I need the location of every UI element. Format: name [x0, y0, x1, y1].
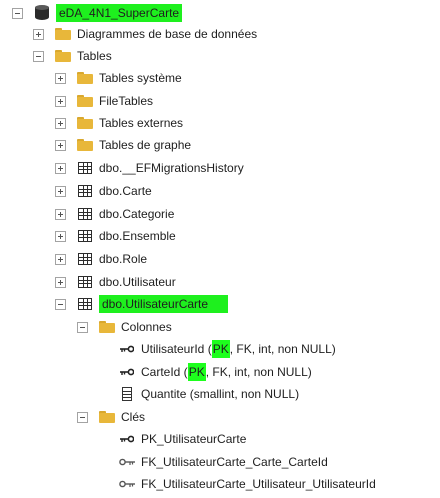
- tree-node-table[interactable]: dbo.UtilisateurCarte: [55, 294, 229, 314]
- tree-node-label[interactable]: eDA_4N1_SuperCarte: [56, 4, 183, 22]
- tree-node-table[interactable]: dbo.Ensemble: [55, 226, 176, 246]
- expand-toggle[interactable]: [55, 95, 66, 107]
- tree-node-table[interactable]: dbo.Categorie: [55, 204, 174, 224]
- database-icon: [33, 5, 51, 21]
- folder-icon: [76, 70, 94, 86]
- tree-node-filetables[interactable]: FileTables: [55, 91, 153, 111]
- column-name[interactable]: Quantite (smallint, non NULL): [141, 385, 299, 403]
- tree-node-column[interactable]: UtilisateurId (PK, FK, int, non NULL): [118, 339, 336, 359]
- collapse-toggle[interactable]: [77, 411, 88, 423]
- tree-node-column[interactable]: Quantite (smallint, non NULL): [118, 384, 299, 404]
- expand-toggle[interactable]: [55, 72, 66, 84]
- table-icon: [76, 160, 94, 176]
- tree-node-graph-tables[interactable]: Tables de graphe: [55, 135, 191, 155]
- pk-highlight: PK: [187, 363, 206, 381]
- tree-node-label[interactable]: dbo.Utilisateur: [99, 273, 176, 291]
- column-icon: [118, 386, 136, 402]
- tree-node-database[interactable]: eDA_4N1_SuperCarte: [12, 3, 183, 23]
- pk-highlight: PK: [211, 340, 230, 358]
- table-icon: [76, 274, 94, 290]
- tree-node-label[interactable]: dbo.Carte: [99, 182, 152, 200]
- tree-node-key[interactable]: PK_UtilisateurCarte: [118, 429, 246, 449]
- collapse-toggle[interactable]: [77, 321, 88, 333]
- key-icon: [118, 364, 136, 380]
- expand-toggle[interactable]: [33, 28, 44, 40]
- table-icon: [76, 183, 94, 199]
- tree-node-system-tables[interactable]: Tables système: [55, 68, 182, 88]
- tree-node-label[interactable]: dbo.Role: [99, 250, 147, 268]
- tree-node-table[interactable]: dbo.Role: [55, 249, 147, 269]
- expand-toggle[interactable]: [55, 117, 66, 129]
- folder-icon: [98, 409, 116, 425]
- tree-node-key[interactable]: FK_UtilisateurCarte_Carte_CarteId: [118, 452, 328, 472]
- tree-node-label[interactable]: dbo.Ensemble: [99, 227, 176, 245]
- folder-icon: [54, 26, 72, 42]
- tree-node-table[interactable]: dbo.Utilisateur: [55, 272, 176, 292]
- folder-icon: [76, 93, 94, 109]
- tree-node-label[interactable]: Tables: [77, 47, 112, 65]
- table-icon: [76, 251, 94, 267]
- tree-node-key[interactable]: FK_UtilisateurCarte_Utilisateur_Utilisat…: [118, 474, 376, 494]
- tree-node-label[interactable]: Colonnes: [121, 318, 172, 336]
- tree-node-keys[interactable]: Clés: [77, 407, 145, 427]
- tree-node-label[interactable]: dbo.Categorie: [99, 205, 174, 223]
- foreign-key-icon: [118, 454, 136, 470]
- tree-node-columns[interactable]: Colonnes: [77, 317, 172, 337]
- collapse-toggle[interactable]: [55, 298, 66, 310]
- tree-node-column[interactable]: CarteId (PK, FK, int, non NULL): [118, 362, 312, 382]
- tree-node-label[interactable]: dbo.__EFMigrationsHistory: [99, 159, 244, 177]
- table-icon: [76, 206, 94, 222]
- tree-node-label[interactable]: Diagrammes de base de données: [77, 25, 257, 43]
- expand-toggle[interactable]: [55, 208, 66, 220]
- column-details: , FK, int, non NULL): [229, 342, 336, 356]
- tree-node-label[interactable]: Tables système: [99, 69, 182, 87]
- column-name[interactable]: CarteId (: [141, 363, 188, 381]
- foreign-key-icon: [118, 476, 136, 492]
- expand-toggle[interactable]: [55, 276, 66, 288]
- tree-node-label[interactable]: FK_UtilisateurCarte_Carte_CarteId: [141, 453, 328, 471]
- column-details: , FK, int, non NULL): [205, 365, 312, 379]
- folder-icon: [76, 115, 94, 131]
- expand-toggle[interactable]: [55, 230, 66, 242]
- tree-node-diagrams[interactable]: Diagrammes de base de données: [33, 24, 257, 44]
- key-icon: [118, 431, 136, 447]
- tree-node-label[interactable]: PK_UtilisateurCarte: [141, 430, 246, 448]
- table-icon: [76, 228, 94, 244]
- key-icon: [118, 341, 136, 357]
- column-name[interactable]: UtilisateurId (: [141, 340, 212, 358]
- collapse-toggle[interactable]: [33, 50, 44, 62]
- expand-toggle[interactable]: [55, 162, 66, 174]
- tree-node-label[interactable]: Tables externes: [99, 114, 183, 132]
- expand-toggle[interactable]: [55, 185, 66, 197]
- folder-icon: [98, 319, 116, 335]
- tree-node-label[interactable]: Clés: [121, 408, 145, 426]
- tree-node-external-tables[interactable]: Tables externes: [55, 113, 183, 133]
- tree-node-label[interactable]: FileTables: [99, 92, 153, 110]
- folder-icon: [54, 48, 72, 64]
- table-icon: [76, 296, 94, 312]
- tree-node-table[interactable]: dbo.__EFMigrationsHistory: [55, 158, 244, 178]
- tree-node-tables[interactable]: Tables: [33, 46, 112, 66]
- tree-node-table[interactable]: dbo.Carte: [55, 181, 152, 201]
- tree-node-label[interactable]: FK_UtilisateurCarte_Utilisateur_Utilisat…: [141, 475, 376, 493]
- expand-toggle[interactable]: [55, 253, 66, 265]
- tree-node-label[interactable]: Tables de graphe: [99, 136, 191, 154]
- folder-icon: [76, 137, 94, 153]
- collapse-toggle[interactable]: [12, 7, 23, 19]
- expand-toggle[interactable]: [55, 139, 66, 151]
- tree-node-label[interactable]: dbo.UtilisateurCarte: [99, 295, 229, 313]
